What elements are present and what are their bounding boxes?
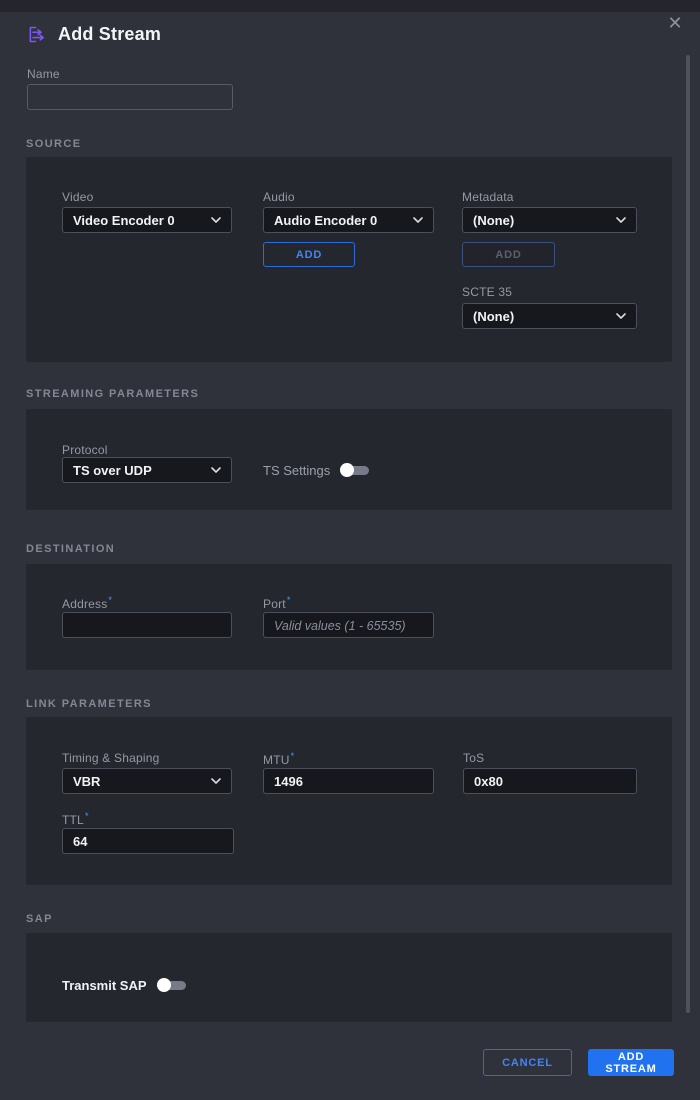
scte35-select[interactable]: (None) <box>462 303 637 329</box>
ttl-label-text: TTL <box>62 813 84 827</box>
dialog-title: Add Stream <box>58 24 161 45</box>
ts-settings-row: TS Settings <box>263 457 370 483</box>
port-label: Port* <box>263 595 291 611</box>
destination-panel: Address* Port* <box>26 564 672 670</box>
mtu-label: MTU* <box>263 751 294 767</box>
scrollbar-thumb[interactable] <box>686 55 690 1013</box>
ts-settings-label: TS Settings <box>263 463 330 478</box>
close-icon[interactable]: ✕ <box>665 13 685 33</box>
required-marker: * <box>291 751 295 761</box>
video-label: Video <box>62 190 93 204</box>
window-top-strip <box>0 0 700 12</box>
section-heading-sap: SAP <box>26 913 53 925</box>
timing-shaping-select[interactable]: VBR <box>62 768 232 794</box>
name-input[interactable] <box>27 84 233 110</box>
required-marker: * <box>85 811 89 821</box>
add-stream-button[interactable]: ADD STREAM <box>588 1049 674 1076</box>
sap-panel: Transmit SAP <box>26 933 672 1022</box>
scte35-value: (None) <box>473 309 514 324</box>
required-marker: * <box>287 595 291 605</box>
timing-shaping-label: Timing & Shaping <box>62 751 159 765</box>
tos-input[interactable] <box>463 768 637 794</box>
timing-shaping-value: VBR <box>73 774 100 789</box>
metadata-label: Metadata <box>462 190 514 204</box>
cancel-button[interactable]: CANCEL <box>483 1049 572 1076</box>
dialog-header: Add Stream <box>26 24 161 45</box>
ttl-input[interactable] <box>62 828 234 854</box>
section-heading-link: LINK PARAMETERS <box>26 698 152 710</box>
chevron-down-icon <box>211 217 221 223</box>
mtu-input[interactable] <box>263 768 434 794</box>
section-heading-streaming: STREAMING PARAMETERS <box>26 388 199 400</box>
source-panel: Video Audio Metadata Video Encoder 0 Aud… <box>26 157 672 362</box>
transmit-sap-label: Transmit SAP <box>62 978 147 993</box>
mtu-label-text: MTU <box>263 753 290 767</box>
chevron-down-icon <box>211 778 221 784</box>
address-input[interactable] <box>62 612 232 638</box>
chevron-down-icon <box>413 217 423 223</box>
address-label: Address* <box>62 595 112 611</box>
protocol-label: Protocol <box>62 443 108 457</box>
transmit-sap-row: Transmit SAP <box>62 972 187 998</box>
protocol-value: TS over UDP <box>73 463 152 478</box>
transmit-sap-toggle[interactable] <box>157 978 187 992</box>
add-audio-button[interactable]: ADD <box>263 242 355 267</box>
metadata-source-value: (None) <box>473 213 514 228</box>
audio-source-select[interactable]: Audio Encoder 0 <box>263 207 434 233</box>
section-heading-destination: DESTINATION <box>26 543 115 555</box>
video-source-value: Video Encoder 0 <box>73 213 175 228</box>
chevron-down-icon <box>616 217 626 223</box>
chevron-down-icon <box>211 467 221 473</box>
stream-icon <box>26 24 47 45</box>
audio-label: Audio <box>263 190 295 204</box>
scte35-label: SCTE 35 <box>462 285 512 299</box>
port-label-text: Port <box>263 597 286 611</box>
add-metadata-button[interactable]: ADD <box>462 242 555 267</box>
ttl-label: TTL* <box>62 811 89 827</box>
address-label-text: Address <box>62 597 107 611</box>
protocol-select[interactable]: TS over UDP <box>62 457 232 483</box>
section-heading-source: SOURCE <box>26 138 81 150</box>
audio-source-value: Audio Encoder 0 <box>274 213 377 228</box>
chevron-down-icon <box>616 313 626 319</box>
streaming-panel: Protocol TS over UDP TS Settings <box>26 409 672 510</box>
link-panel: Timing & Shaping MTU* ToS VBR TTL* <box>26 717 672 885</box>
name-label: Name <box>27 67 60 81</box>
video-source-select[interactable]: Video Encoder 0 <box>62 207 232 233</box>
required-marker: * <box>108 595 112 605</box>
ts-settings-toggle[interactable] <box>340 463 370 477</box>
tos-label: ToS <box>463 751 484 765</box>
metadata-source-select[interactable]: (None) <box>462 207 637 233</box>
port-input[interactable] <box>263 612 434 638</box>
